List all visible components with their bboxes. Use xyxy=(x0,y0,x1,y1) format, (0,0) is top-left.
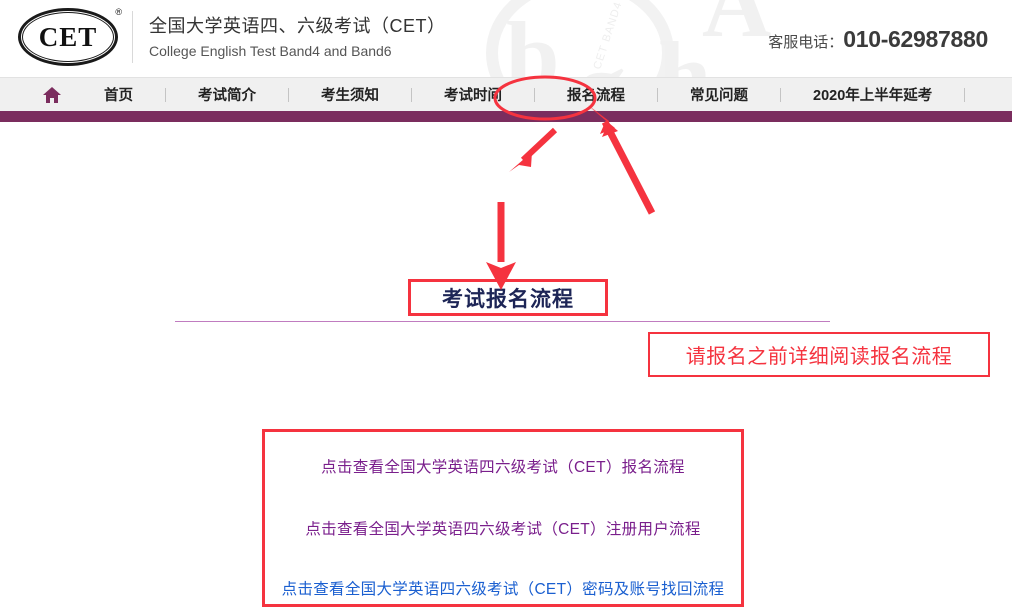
nav-item-4[interactable]: 报名流程 xyxy=(565,84,627,105)
cet-logo-mark: CET ® xyxy=(18,7,122,66)
page-title-highlight-box: 考试报名流程 xyxy=(408,279,608,316)
hotline-label: 客服电话： xyxy=(768,34,844,51)
hotline-number: 010-62987880 xyxy=(843,26,988,52)
nav-separator xyxy=(165,87,166,102)
site-title-en: College English Test Band4 and Band6 xyxy=(149,42,392,59)
site-logo[interactable]: CET ® 全国大学英语四、六级考试（CET） College English … xyxy=(18,7,446,66)
nav-separator xyxy=(288,87,289,102)
page-title: 考试报名流程 xyxy=(442,287,574,311)
link-registration-process[interactable]: 点击查看全国大学英语四六级考试（CET）报名流程 xyxy=(265,455,741,477)
logo-divider xyxy=(132,11,133,63)
nav-separator xyxy=(657,87,658,102)
main-navigation[interactable]: 首页 考试简介 考生须知 考试时间 报名流程 常见问题 2020年上半年延考 xyxy=(0,78,1012,111)
logo-text: CET xyxy=(38,21,98,52)
link-register-user-process[interactable]: 点击查看全国大学英语四六级考试（CET）注册用户流程 xyxy=(265,517,741,539)
site-title-block: 全国大学英语四、六级考试（CET） College English Test B… xyxy=(149,13,446,62)
section-divider xyxy=(175,321,830,322)
registered-mark-icon: ® xyxy=(115,7,122,17)
annotation-note-box: 请报名之前详细阅读报名流程 xyxy=(648,332,990,377)
nav-item-2[interactable]: 考生须知 xyxy=(319,84,381,105)
svg-text:b: b xyxy=(506,2,559,78)
nav-separator xyxy=(780,87,781,102)
nav-item-0[interactable]: 首页 xyxy=(102,84,135,105)
site-header: b g h A o CET BAND4 BAND6 CET ® 全国大学英语四、… xyxy=(0,0,1012,78)
main-content: 考试报名流程 请报名之前详细阅读报名流程 点击查看全国大学英语四六级考试（CET… xyxy=(0,122,1012,607)
nav-item-3[interactable]: 考试时间 xyxy=(442,84,504,105)
process-links-box: 点击查看全国大学英语四六级考试（CET）报名流程 点击查看全国大学英语四六级考试… xyxy=(262,429,744,607)
home-icon[interactable] xyxy=(42,86,62,104)
nav-separator xyxy=(964,87,966,102)
svg-text:o: o xyxy=(678,60,726,78)
site-title-cn: 全国大学英语四、六级考试（CET） xyxy=(149,15,446,36)
svg-text:g: g xyxy=(578,32,626,78)
nav-item-6[interactable]: 2020年上半年延考 xyxy=(811,84,934,105)
svg-text:CET BAND4 BAND6: CET BAND4 BAND6 xyxy=(591,0,638,71)
nav-separator xyxy=(411,87,412,102)
svg-text:h: h xyxy=(658,22,711,78)
annotation-note-text: 请报名之前详细阅读报名流程 xyxy=(685,346,953,368)
nav-item-1[interactable]: 考试简介 xyxy=(196,84,258,105)
link-password-recovery-process[interactable]: 点击查看全国大学英语四六级考试（CET）密码及账号找回流程 xyxy=(265,577,741,599)
hotline: 客服电话： 010-62987880 xyxy=(768,26,988,53)
cet-watermark: b g h A o CET BAND4 BAND6 xyxy=(486,0,771,78)
nav-item-5[interactable]: 常见问题 xyxy=(688,84,750,105)
nav-separator xyxy=(534,87,535,102)
nav-item-list: 首页 考试简介 考生须知 考试时间 报名流程 常见问题 2020年上半年延考 xyxy=(102,84,995,105)
svg-text:A: A xyxy=(702,0,771,57)
nav-accent-bar xyxy=(0,111,1012,122)
